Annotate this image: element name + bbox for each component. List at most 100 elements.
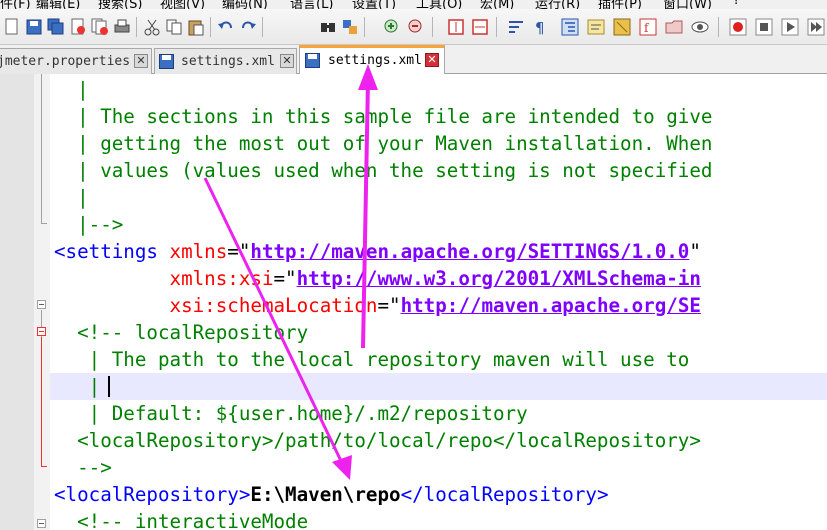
svg-text:¶: ¶ — [535, 19, 545, 36]
toolbar-separator — [136, 17, 137, 37]
toolbar: ¶ f — [0, 9, 827, 45]
show-all-chars-icon[interactable]: ¶ — [530, 17, 550, 37]
fold-toggle[interactable] — [37, 519, 46, 528]
tab-settings-xml-active[interactable]: settings.xml ✕ — [299, 45, 445, 74]
tab-label: jmeter.properties — [0, 54, 131, 69]
menu-plugins[interactable]: 插件(P) — [598, 0, 642, 9]
zoom-in-icon[interactable] — [382, 17, 402, 37]
current-line-highlight — [50, 373, 827, 400]
folder-icon[interactable] — [664, 17, 684, 37]
copy-icon[interactable] — [164, 17, 184, 37]
code-line: <!-- localRepository — [54, 321, 309, 344]
menu-encoding[interactable]: 编码(N) — [222, 0, 268, 9]
code-line: | Default: ${user.home}/.m2/repository — [54, 402, 528, 425]
code-line: |--> — [54, 213, 124, 236]
line-number-gutter: 10 11 12 13 14 15 16 17 18 19 50 51 52 5… — [0, 74, 34, 530]
code-line: | values (values used when the setting i… — [54, 159, 713, 182]
function-list-icon[interactable]: f — [638, 17, 658, 37]
paste-icon[interactable] — [186, 17, 206, 37]
menu-search[interactable]: 搜索(S) — [98, 0, 142, 9]
code-line: <!-- interactiveMode — [54, 510, 309, 530]
word-wrap-icon[interactable] — [506, 17, 526, 37]
menu-window[interactable]: 窗口(W) — [663, 0, 712, 9]
print-icon[interactable] — [112, 17, 132, 37]
xml-close-tag: </localRepository> — [400, 483, 609, 506]
saved-file-icon — [305, 53, 320, 68]
tab-close-icon[interactable]: ✕ — [425, 53, 439, 67]
tab-jmeter-properties[interactable]: jmeter.properties ✕ — [0, 48, 152, 74]
code-line: <settings xmlns="http://maven.apache.org… — [54, 238, 701, 265]
menu-language[interactable]: 语言(L) — [290, 0, 333, 9]
toolbar-separator — [210, 17, 211, 37]
cut-icon[interactable] — [142, 17, 162, 37]
xml-attribute: xsi:schemaLocation — [169, 294, 378, 317]
lang-icon[interactable] — [586, 17, 606, 37]
menu-macro[interactable]: 宏(M) — [480, 0, 514, 9]
menu-run[interactable]: 运行(R) — [535, 0, 580, 9]
toolbar-separator — [432, 17, 433, 37]
fold-guide-end — [41, 223, 47, 224]
find-icon[interactable] — [318, 17, 338, 37]
tab-bar: jmeter.properties ✕ settings.xml ✕ setti… — [0, 45, 827, 74]
menu-file[interactable]: 件(F) — [0, 0, 31, 9]
tab-close-icon[interactable]: ✕ — [280, 54, 294, 68]
toolbar-separator — [496, 17, 497, 37]
text-caret — [108, 376, 110, 397]
xml-url[interactable]: http://maven.apache.org/SETTINGS/1.0.0 — [250, 240, 689, 263]
toolbar-separator — [262, 17, 263, 37]
xml-equals: =" — [377, 294, 401, 317]
save-all-icon[interactable] — [46, 17, 66, 37]
code-line: --> — [54, 456, 112, 479]
play-icon[interactable] — [780, 17, 800, 37]
tab-label: settings.xml — [181, 54, 275, 69]
undo-icon[interactable] — [216, 17, 236, 37]
code-line: xmlns:xsi="http://www.w3.org/2001/XMLSch… — [54, 265, 701, 292]
indent-guide-icon[interactable] — [560, 17, 580, 37]
code-editor[interactable]: 10 11 12 13 14 15 16 17 18 19 50 51 52 5… — [0, 74, 827, 530]
fold-guide-end — [41, 466, 47, 467]
fold-toggle[interactable] — [37, 300, 46, 309]
fold-guide — [41, 337, 42, 467]
stop-icon[interactable] — [754, 17, 774, 37]
sync-h-icon[interactable] — [470, 17, 490, 37]
save-icon[interactable] — [24, 17, 44, 37]
sync-v-icon[interactable] — [446, 17, 466, 37]
code-line: | — [54, 375, 101, 398]
record-icon[interactable] — [728, 17, 748, 37]
menu-tools[interactable]: 工具(O) — [416, 0, 462, 9]
xml-open-tag: <localRepository> — [54, 483, 251, 506]
monitor-icon[interactable] — [690, 17, 710, 37]
menu-bar: 件(F) 编辑(E) 搜索(S) 视图(V) 编码(N) 语言(L) 设置(T)… — [0, 0, 827, 9]
xml-quote: " — [689, 240, 701, 263]
close-all-icon[interactable] — [90, 17, 110, 37]
code-line: | — [54, 78, 89, 101]
code-line: | The sections in this sample file are i… — [54, 105, 713, 128]
xml-equals: =" — [227, 240, 251, 263]
menu-edit[interactable]: 编辑(E) — [36, 0, 80, 9]
xml-attribute: xmlns:xsi — [169, 267, 274, 290]
menu-help[interactable]: ? — [733, 0, 740, 8]
saved-file-icon — [159, 54, 174, 69]
play-multiple-icon[interactable] — [806, 17, 826, 37]
xml-url[interactable]: http://www.w3.org/2001/XMLSchema-in — [297, 267, 701, 290]
toolbar-separator — [718, 17, 719, 37]
replace-icon[interactable] — [340, 17, 360, 37]
xml-url[interactable]: http://maven.apache.org/SE — [401, 294, 701, 317]
redo-icon[interactable] — [238, 17, 258, 37]
tab-close-icon[interactable]: ✕ — [134, 54, 148, 68]
new-file-icon[interactable] — [2, 17, 22, 37]
fold-toggle[interactable] — [37, 327, 46, 336]
xml-equals: =" — [273, 267, 297, 290]
doc-map-icon[interactable] — [612, 17, 632, 37]
xml-tag: <settings — [54, 240, 158, 263]
toolbar-separator — [364, 17, 365, 37]
tab-settings-xml-1[interactable]: settings.xml ✕ — [154, 48, 297, 74]
menu-view[interactable]: 视图(V) — [160, 0, 205, 9]
code-line: <localRepository>E:\Maven\repo</localRep… — [54, 481, 609, 508]
code-line: | The path to the local repository maven… — [54, 348, 690, 371]
zoom-out-icon[interactable] — [406, 17, 426, 37]
close-icon[interactable] — [68, 17, 88, 37]
menu-settings[interactable]: 设置(T) — [352, 0, 396, 9]
